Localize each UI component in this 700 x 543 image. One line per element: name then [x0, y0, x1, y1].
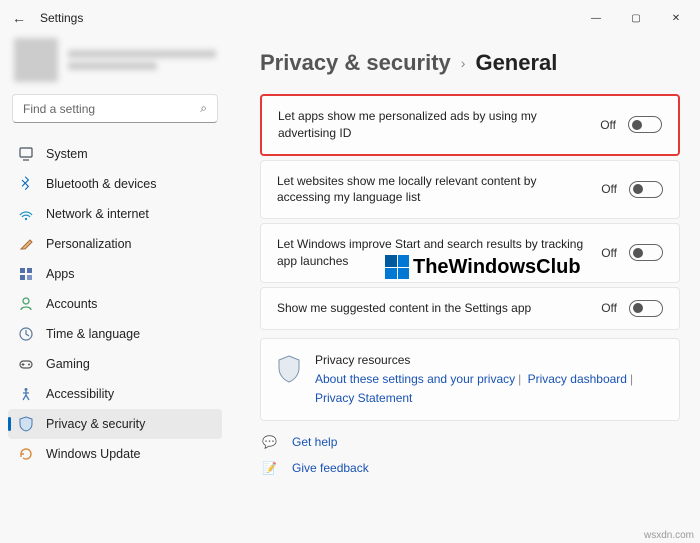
setting-card-2: Let Windows improve Start and search res…	[260, 223, 680, 283]
toggle-switch[interactable]	[629, 300, 663, 317]
windows-update-icon	[18, 446, 34, 462]
close-button[interactable]: ✕	[656, 3, 696, 33]
toggle-switch[interactable]	[629, 181, 663, 198]
sidebar-item-label: Gaming	[46, 357, 90, 371]
feedback-icon: 📝	[262, 461, 278, 475]
back-icon[interactable]: ←	[12, 10, 26, 26]
privacy-security-icon	[18, 416, 34, 432]
setting-card-1: Let websites show me locally relevant co…	[260, 160, 680, 220]
breadcrumb-current: General	[475, 50, 557, 76]
gaming-icon	[18, 356, 34, 372]
privacy-resources-card: Privacy resources About these settings a…	[260, 338, 680, 422]
search-placeholder: Find a setting	[23, 102, 200, 116]
system-icon	[18, 146, 34, 162]
resources-title: Privacy resources	[315, 351, 663, 370]
sidebar-item-system[interactable]: System	[8, 139, 222, 169]
setting-state: Off	[601, 301, 617, 315]
network-internet-icon	[18, 206, 34, 222]
bluetooth-devices-icon	[18, 176, 34, 192]
resources-link-1[interactable]: Privacy dashboard	[528, 372, 627, 386]
setting-label: Show me suggested content in the Setting…	[277, 300, 589, 317]
accessibility-icon	[18, 386, 34, 402]
resources-link-2[interactable]: Privacy Statement	[315, 391, 412, 405]
sidebar-item-time-language[interactable]: Time & language	[8, 319, 222, 349]
chevron-right-icon: ›	[461, 55, 466, 71]
sidebar-item-accessibility[interactable]: Accessibility	[8, 379, 222, 409]
get-help-link[interactable]: Get help	[292, 435, 337, 449]
sidebar-item-windows-update[interactable]: Windows Update	[8, 439, 222, 469]
sidebar-item-bluetooth-devices[interactable]: Bluetooth & devices	[8, 169, 222, 199]
minimize-button[interactable]: —	[576, 3, 616, 33]
setting-label: Let websites show me locally relevant co…	[277, 173, 589, 207]
time-language-icon	[18, 326, 34, 342]
toggle-switch[interactable]	[629, 244, 663, 261]
sidebar-item-network-internet[interactable]: Network & internet	[8, 199, 222, 229]
setting-state: Off	[601, 246, 617, 260]
source-label: wsxdn.com	[644, 530, 694, 541]
sidebar-item-label: Apps	[46, 267, 75, 281]
personalization-icon	[18, 236, 34, 252]
sidebar-item-label: Network & internet	[46, 207, 149, 221]
sidebar-item-label: Privacy & security	[46, 417, 145, 431]
window-title: Settings	[40, 11, 83, 25]
setting-state: Off	[601, 182, 617, 196]
setting-card-3: Show me suggested content in the Setting…	[260, 287, 680, 330]
help-icon: 💬	[262, 435, 278, 449]
sidebar-item-label: Time & language	[46, 327, 140, 341]
accounts-icon	[18, 296, 34, 312]
sidebar-item-label: Accessibility	[46, 387, 114, 401]
search-icon: ⌕	[200, 101, 207, 116]
sidebar-item-gaming[interactable]: Gaming	[8, 349, 222, 379]
breadcrumb-parent[interactable]: Privacy & security	[260, 50, 451, 76]
breadcrumb: Privacy & security › General	[260, 50, 680, 76]
toggle-switch[interactable]	[628, 116, 662, 133]
search-input[interactable]: Find a setting ⌕	[12, 94, 218, 123]
sidebar-item-label: Bluetooth & devices	[46, 177, 157, 191]
sidebar-item-privacy-security[interactable]: Privacy & security	[8, 409, 222, 439]
sidebar-item-apps[interactable]: Apps	[8, 259, 222, 289]
setting-state: Off	[600, 118, 616, 132]
setting-label: Let Windows improve Start and search res…	[277, 236, 589, 270]
maximize-button[interactable]: ▢	[616, 3, 656, 33]
avatar	[14, 38, 58, 82]
resources-link-0[interactable]: About these settings and your privacy	[315, 372, 515, 386]
sidebar-item-personalization[interactable]: Personalization	[8, 229, 222, 259]
give-feedback-link[interactable]: Give feedback	[292, 461, 369, 475]
apps-icon	[18, 266, 34, 282]
shield-icon	[277, 355, 301, 383]
setting-card-0: Let apps show me personalized ads by usi…	[260, 94, 680, 156]
sidebar-item-accounts[interactable]: Accounts	[8, 289, 222, 319]
sidebar-item-label: Windows Update	[46, 447, 141, 461]
sidebar-item-label: Personalization	[46, 237, 131, 251]
user-profile[interactable]	[8, 36, 222, 84]
sidebar-item-label: System	[46, 147, 88, 161]
sidebar-item-label: Accounts	[46, 297, 97, 311]
setting-label: Let apps show me personalized ads by usi…	[278, 108, 588, 142]
